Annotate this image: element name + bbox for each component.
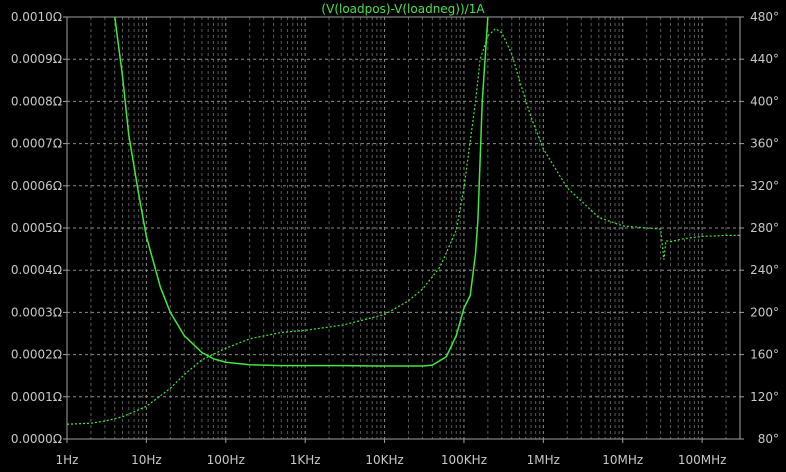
x-tick-label: 1Hz	[56, 453, 79, 467]
right-tick-label: 320°	[750, 179, 779, 193]
left-tick-label: 0.0003Ω	[11, 305, 62, 319]
left-tick-label: 0.0010Ω	[11, 10, 62, 24]
left-tick-label: 0.0000Ω	[11, 432, 62, 446]
left-tick-label: 0.0004Ω	[11, 263, 62, 277]
right-tick-label: 80°	[758, 432, 779, 446]
left-tick-label: 0.0005Ω	[11, 221, 62, 235]
x-tick-label: 1MHz	[527, 453, 560, 467]
right-tick-label: 200°	[750, 305, 779, 319]
x-tick-label: 10KHz	[365, 453, 403, 467]
left-tick-label: 0.0008Ω	[11, 94, 62, 108]
bode-plot: (V(loadpos)-V(loadneg))/1A 0.0000Ω 0.0001…	[0, 0, 786, 472]
left-tick-label: 0.0009Ω	[11, 52, 62, 66]
left-tick-label: 0.0007Ω	[11, 137, 62, 151]
right-tick-label: 440°	[750, 52, 779, 66]
right-tick-label: 160°	[750, 348, 779, 362]
left-tick-label: 0.0002Ω	[11, 348, 62, 362]
left-tick-label: 0.0006Ω	[11, 179, 62, 193]
right-tick-label: 120°	[750, 390, 779, 404]
left-tick-label: 0.0001Ω	[11, 390, 62, 404]
x-tick-label: 100Hz	[207, 453, 245, 467]
right-tick-label: 240°	[750, 263, 779, 277]
right-tick-label: 280°	[750, 221, 779, 235]
right-tick-label: 480°	[750, 10, 779, 24]
x-tick-label: 10MHz	[602, 453, 643, 467]
right-tick-label: 400°	[750, 94, 779, 108]
x-tick-label: 10Hz	[131, 453, 162, 467]
chart-title: (V(loadpos)-V(loadneg))/1A	[321, 2, 485, 16]
plot-background	[0, 0, 786, 472]
right-tick-label: 360°	[750, 137, 779, 151]
x-tick-label: 1KHz	[290, 453, 321, 467]
x-tick-label: 100MHz	[678, 453, 727, 467]
x-tick-label: 100KHz	[441, 453, 487, 467]
